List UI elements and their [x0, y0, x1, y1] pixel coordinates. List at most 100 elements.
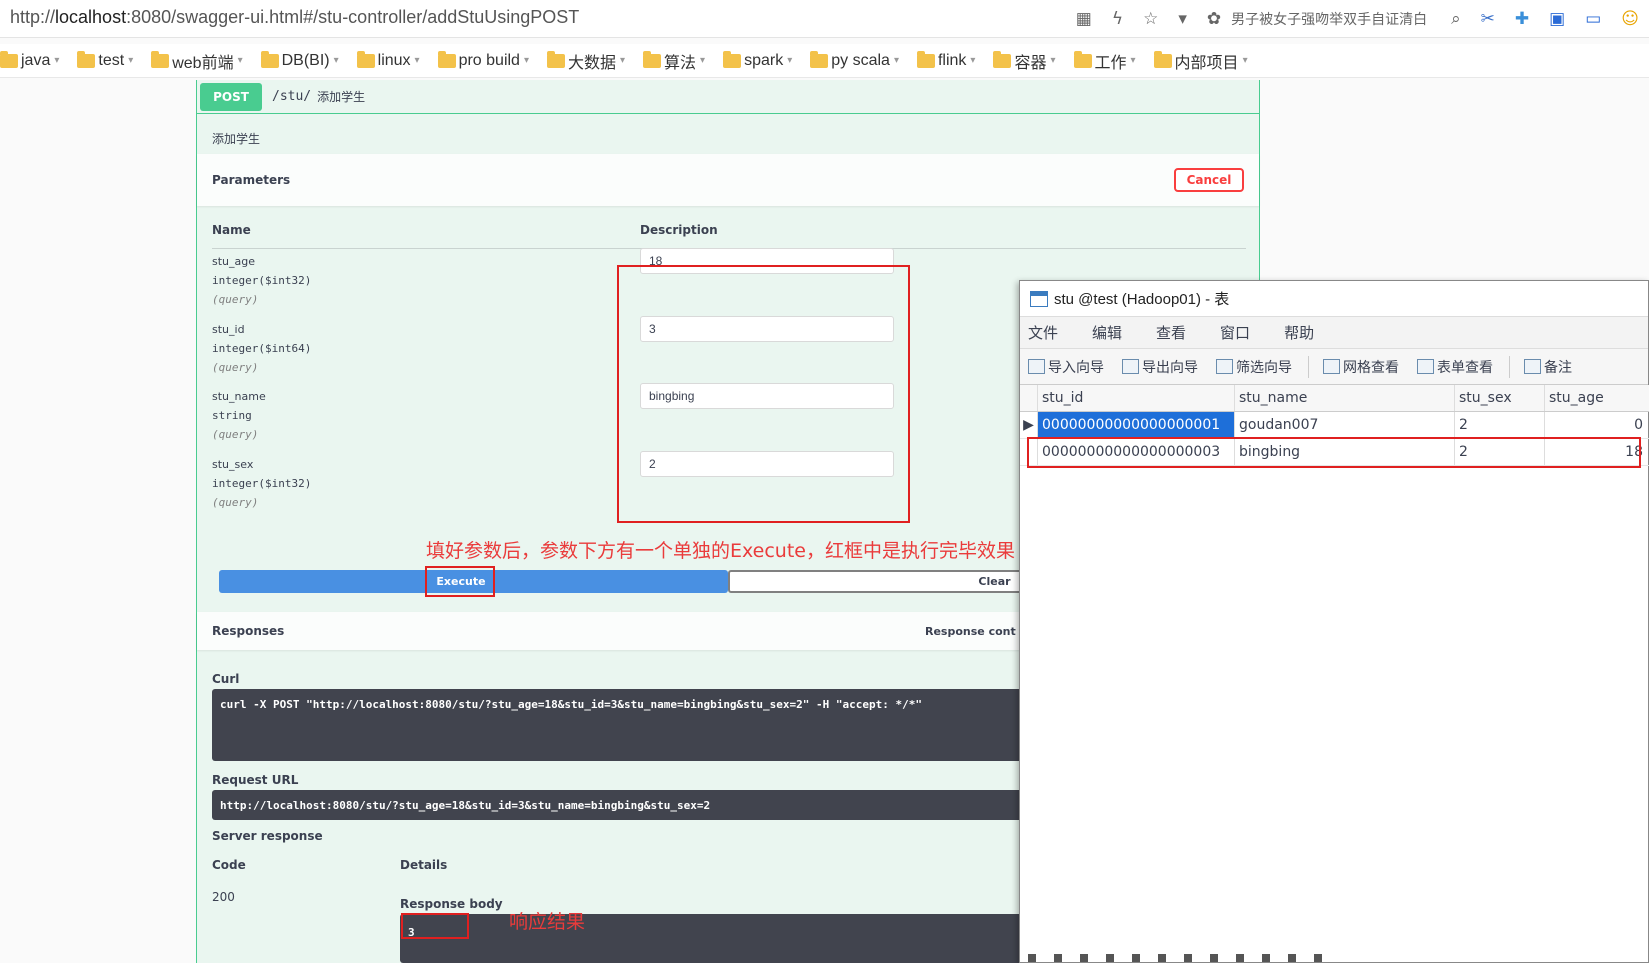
folder-icon: [1153, 50, 1172, 68]
param-name: stu_name: [212, 390, 266, 403]
chevron-down-icon[interactable]: ▾: [1178, 9, 1187, 29]
folder-icon: [810, 50, 829, 68]
col-description-header: Description: [640, 223, 718, 237]
toolbar-button[interactable]: 网格查看: [1323, 357, 1399, 377]
chevron-down-icon: ▾: [620, 55, 626, 66]
toolbar-button[interactable]: 备注: [1524, 357, 1572, 377]
cancel-button[interactable]: Cancel: [1174, 168, 1244, 192]
bookmark-folder[interactable]: 容器 ▾: [993, 49, 1056, 73]
toolbar-button[interactable]: 导出向导: [1122, 357, 1198, 377]
chevron-down-icon: ▾: [414, 55, 420, 66]
folder-icon: [723, 50, 742, 68]
param-name: stu_age: [212, 255, 256, 268]
chevron-down-icon: ▾: [1242, 55, 1248, 66]
menu-item[interactable]: 编辑: [1092, 322, 1122, 343]
chevron-down-icon: ▾: [700, 55, 706, 66]
word-icon[interactable]: ▣: [1549, 9, 1565, 29]
smiley-icon[interactable]: ☺: [1621, 9, 1639, 29]
grid-header: stu_id stu_name stu_sex stu_age: [1020, 385, 1649, 412]
address-bar[interactable]: http://localhost:8080/swagger-ui.html#/s…: [0, 0, 1649, 38]
param-stu_id: stu_id integer($int64) (query): [212, 320, 311, 377]
folder-icon: [260, 50, 279, 68]
chevron-down-icon: ▾: [523, 55, 529, 66]
toolbar-button[interactable]: 导入向导: [1028, 357, 1104, 377]
cell-stu-name[interactable]: goudan007: [1235, 412, 1455, 438]
bookmark-folder[interactable]: web前端 ▾: [151, 49, 243, 73]
parameters-section: Parameters: [197, 154, 1259, 206]
param-stu_name: stu_name string (query): [212, 387, 266, 444]
menu-item[interactable]: 文件: [1028, 322, 1058, 343]
folder-icon: [77, 50, 96, 68]
table-row[interactable]: ▶ 00000000000000000001 goudan007 2 0: [1020, 412, 1649, 439]
bookmark-folder[interactable]: linux ▾: [356, 50, 420, 70]
bookmark-folder[interactable]: py scala ▾: [810, 50, 899, 70]
folder-icon: [356, 50, 375, 68]
response-content-type-label: Response cont: [925, 625, 1016, 638]
server-response-label: Server response: [212, 829, 323, 843]
column-header-stu_id[interactable]: stu_id: [1038, 385, 1235, 411]
column-header-stu_age[interactable]: stu_age: [1545, 385, 1649, 411]
column-header-stu_sex[interactable]: stu_sex: [1455, 385, 1545, 411]
toolbar-icon: [1417, 359, 1434, 374]
folder-icon: [916, 50, 935, 68]
menu-item[interactable]: 窗口: [1220, 322, 1250, 343]
lightning-icon[interactable]: ϟ: [1112, 9, 1123, 29]
request-url-label: Request URL: [212, 773, 299, 787]
navicat-window: stu @test (Hadoop01) - 表 文件 编辑 查看 窗口 帮助 导入向导…: [1019, 280, 1649, 963]
screen-icon[interactable]: ▭: [1585, 9, 1601, 29]
cell-stu-sex[interactable]: 2: [1455, 412, 1545, 438]
news-ticker[interactable]: 男子被女子强吻举双手自证清白: [1231, 9, 1441, 29]
operation-description: 添加学生: [212, 132, 261, 146]
operation-summary: 添加学生: [317, 90, 366, 104]
scissors-icon[interactable]: ✂: [1481, 9, 1495, 29]
param-stu_age: stu_age integer($int32) (query): [212, 252, 311, 309]
bookmark-folder[interactable]: DB(BI) ▾: [260, 50, 339, 70]
menu-item[interactable]: 查看: [1156, 322, 1186, 343]
column-header-stu_name[interactable]: stu_name: [1235, 385, 1455, 411]
bookmark-folder[interactable]: spark ▾: [723, 50, 792, 70]
response-highlight-box: [401, 913, 469, 939]
bookmark-folder[interactable]: flink ▾: [916, 50, 975, 70]
param-location: (query): [212, 361, 259, 374]
folder-icon: [993, 50, 1012, 68]
menu-item[interactable]: 帮助: [1284, 322, 1314, 343]
url-text[interactable]: http://localhost:8080/swagger-ui.html#/s…: [10, 7, 579, 28]
navicat-toolbar: 导入向导 导出向导 筛选向导 网格查看 表单查看 备注: [1020, 349, 1648, 385]
response-body-label: Response body: [400, 897, 503, 911]
bookmark-folder[interactable]: 算法 ▾: [643, 49, 705, 73]
folder-icon: [643, 50, 662, 68]
cell-stu-id[interactable]: 00000000000000000001: [1038, 412, 1235, 438]
row-indicator: ▶: [1020, 412, 1038, 438]
search-icon[interactable]: ⌕: [1451, 9, 1461, 29]
param-stu_sex: stu_sex integer($int32) (query): [212, 455, 311, 512]
chevron-down-icon: ▾: [1050, 55, 1056, 66]
chevron-down-icon: ▾: [333, 55, 339, 66]
bookmark-folder[interactable]: java ▾: [0, 50, 60, 70]
bookmark-folder[interactable]: 工作 ▾: [1073, 49, 1136, 73]
col-name-header: Name: [212, 223, 251, 237]
param-type: integer($int32): [212, 477, 312, 490]
param-type: integer($int64): [212, 342, 312, 355]
operation-header[interactable]: POST /stu/ 添加学生: [197, 80, 1259, 114]
details-header: Details: [400, 858, 448, 872]
responses-title: Responses: [212, 624, 285, 638]
puzzle-icon[interactable]: ✚: [1515, 9, 1529, 29]
chevron-down-icon: ▾: [893, 55, 899, 66]
qr-icon[interactable]: ▦: [1076, 9, 1092, 29]
bookmark-folder[interactable]: 大数据 ▾: [546, 49, 626, 73]
chevron-down-icon: ▾: [54, 55, 60, 66]
toolbar-button[interactable]: 表单查看: [1417, 357, 1493, 377]
star-icon[interactable]: ☆: [1143, 9, 1158, 29]
navicat-title: stu @test (Hadoop01) - 表: [1054, 291, 1230, 308]
navicat-titlebar[interactable]: stu @test (Hadoop01) - 表: [1020, 281, 1648, 317]
toolbar-button[interactable]: 筛选向导: [1216, 357, 1292, 377]
cell-stu-age[interactable]: 0: [1545, 412, 1649, 438]
grid-nav-toolbar[interactable]: [1028, 954, 1328, 962]
code-header: Code: [212, 858, 246, 872]
execute-annotation: 填好参数后，参数下方有一个单独的Execute，红框中是执行完毕效果: [426, 540, 1015, 562]
folder-icon: [1073, 50, 1092, 68]
bookmark-folder[interactable]: test ▾: [77, 50, 133, 70]
param-location: (query): [212, 428, 259, 441]
bookmark-folder[interactable]: 内部项目 ▾: [1153, 49, 1248, 73]
bookmark-folder[interactable]: pro build ▾: [437, 50, 529, 70]
